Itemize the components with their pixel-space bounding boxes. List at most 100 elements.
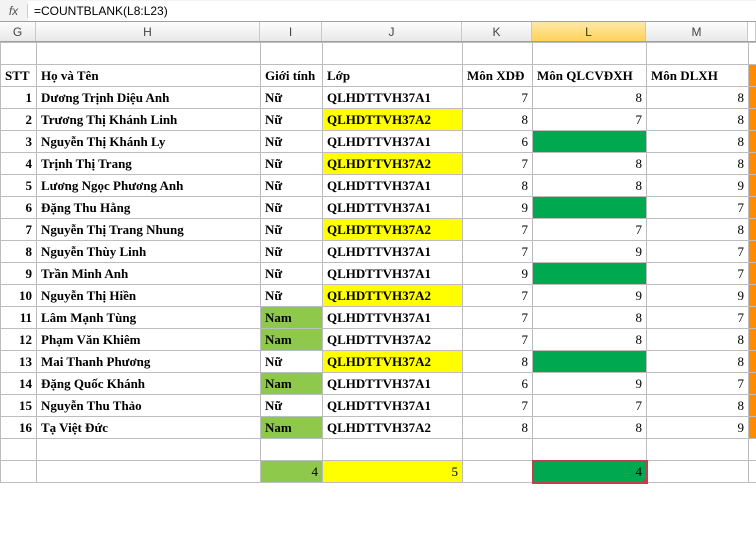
header-ho-ten[interactable]: Họ và Tên <box>37 65 261 87</box>
cell-edge[interactable] <box>749 395 756 417</box>
cell[interactable]: 15 <box>1 395 37 417</box>
cell-edge[interactable] <box>749 65 756 87</box>
cell[interactable]: 8 <box>647 131 749 153</box>
cell[interactable]: Nữ <box>261 153 323 175</box>
cell[interactable]: QLHDTTVH37A1 <box>323 373 463 395</box>
cell[interactable]: Phạm Văn Khiêm <box>37 329 261 351</box>
cell[interactable] <box>1 43 37 65</box>
cell[interactable]: Nguyễn Thùy Linh <box>37 241 261 263</box>
cell[interactable]: 9 <box>647 175 749 197</box>
cell[interactable]: 7 <box>463 395 533 417</box>
cell[interactable] <box>1 439 37 461</box>
cell[interactable]: Lâm Mạnh Tùng <box>37 307 261 329</box>
cell[interactable]: Nam <box>261 417 323 439</box>
cell[interactable]: 11 <box>1 307 37 329</box>
cell[interactable] <box>463 439 533 461</box>
cell[interactable] <box>647 461 749 483</box>
formula-input[interactable] <box>28 1 756 21</box>
cell[interactable]: Nữ <box>261 219 323 241</box>
cell-edge[interactable] <box>749 329 756 351</box>
cell[interactable]: 7 <box>463 329 533 351</box>
cell[interactable]: 6 <box>463 131 533 153</box>
cell[interactable]: 8 <box>533 307 647 329</box>
cell[interactable]: 9 <box>1 263 37 285</box>
cell[interactable] <box>323 43 463 65</box>
table-row[interactable]: 15Nguyễn Thu ThảoNữQLHDTTVH37A1778 <box>1 395 756 417</box>
cell[interactable]: 2 <box>1 109 37 131</box>
cell[interactable]: 7 <box>533 109 647 131</box>
cell[interactable]: 8 <box>647 87 749 109</box>
cell[interactable] <box>1 461 37 483</box>
table-row[interactable] <box>1 43 756 65</box>
cell[interactable]: Trịnh Thị Trang <box>37 153 261 175</box>
cell-edge[interactable] <box>749 197 756 219</box>
cell[interactable]: 8 <box>463 175 533 197</box>
table-header-row[interactable]: STT Họ và Tên Giới tính Lớp Môn XDĐ Môn … <box>1 65 756 87</box>
cell[interactable] <box>37 439 261 461</box>
col-header-j[interactable]: J <box>322 22 462 41</box>
cell[interactable] <box>463 43 533 65</box>
cell[interactable]: Trần Minh Anh <box>37 263 261 285</box>
cell[interactable] <box>647 43 749 65</box>
cell[interactable]: QLHDTTVH37A2 <box>323 109 463 131</box>
cell[interactable]: QLHDTTVH37A2 <box>323 153 463 175</box>
table-row[interactable]: 12Phạm Văn KhiêmNamQLHDTTVH37A2788 <box>1 329 756 351</box>
cell[interactable]: 14 <box>1 373 37 395</box>
cell[interactable] <box>261 439 323 461</box>
col-header-m[interactable]: M <box>646 22 748 41</box>
cell[interactable]: QLHDTTVH37A1 <box>323 395 463 417</box>
cell-edge[interactable] <box>749 373 756 395</box>
cell[interactable]: 7 <box>647 373 749 395</box>
cell-edge[interactable] <box>749 219 756 241</box>
cell[interactable]: Nữ <box>261 241 323 263</box>
cell[interactable] <box>533 197 647 219</box>
col-header-l[interactable]: L <box>532 22 646 41</box>
cell[interactable]: Nữ <box>261 87 323 109</box>
cell[interactable] <box>533 351 647 373</box>
cell-edge[interactable] <box>749 285 756 307</box>
cell-edge[interactable] <box>749 109 756 131</box>
cell[interactable]: Trương Thị Khánh Linh <box>37 109 261 131</box>
cell[interactable]: Nam <box>261 329 323 351</box>
header-stt[interactable]: STT <box>1 65 37 87</box>
cell[interactable]: 7 <box>1 219 37 241</box>
cell[interactable]: Đặng Quốc Khánh <box>37 373 261 395</box>
cell[interactable]: QLHDTTVH37A2 <box>323 285 463 307</box>
cell[interactable]: QLHDTTVH37A2 <box>323 351 463 373</box>
cell[interactable]: 16 <box>1 417 37 439</box>
cell[interactable]: QLHDTTVH37A1 <box>323 263 463 285</box>
cell[interactable]: 8 <box>463 351 533 373</box>
cell[interactable]: 8 <box>533 153 647 175</box>
cell[interactable]: 7 <box>647 307 749 329</box>
cell[interactable]: 7 <box>647 197 749 219</box>
table-row[interactable]: 7Nguyễn Thị Trang NhungNữQLHDTTVH37A2778 <box>1 219 756 241</box>
cell-edge[interactable] <box>749 87 756 109</box>
cell[interactable]: QLHDTTVH37A2 <box>323 417 463 439</box>
cell-edge[interactable] <box>749 131 756 153</box>
table-row[interactable]: 9Trần Minh AnhNữQLHDTTVH37A197 <box>1 263 756 285</box>
cell[interactable]: Lương Ngọc Phương Anh <box>37 175 261 197</box>
cell[interactable]: 7 <box>533 395 647 417</box>
summary-l[interactable]: 4 <box>533 461 647 483</box>
table-row[interactable]: 8Nguyễn Thùy LinhNữQLHDTTVH37A1797 <box>1 241 756 263</box>
cell[interactable]: 8 <box>463 417 533 439</box>
col-header-k[interactable]: K <box>462 22 532 41</box>
cell[interactable] <box>37 461 261 483</box>
table-row[interactable] <box>1 439 756 461</box>
cell[interactable]: 7 <box>463 87 533 109</box>
cell[interactable]: 8 <box>1 241 37 263</box>
cell[interactable]: 8 <box>647 219 749 241</box>
cell-edge[interactable] <box>749 175 756 197</box>
cell[interactable] <box>533 131 647 153</box>
cell[interactable] <box>533 43 647 65</box>
cell[interactable]: 7 <box>463 153 533 175</box>
col-header-h[interactable]: H <box>36 22 260 41</box>
cell[interactable]: 5 <box>1 175 37 197</box>
table-row[interactable]: 16Tạ Việt ĐứcNamQLHDTTVH37A2889 <box>1 417 756 439</box>
cell[interactable]: Nữ <box>261 131 323 153</box>
cell[interactable]: QLHDTTVH37A1 <box>323 175 463 197</box>
cell-edge[interactable] <box>749 43 756 65</box>
cell[interactable]: 10 <box>1 285 37 307</box>
cell[interactable] <box>533 263 647 285</box>
cell[interactable]: 12 <box>1 329 37 351</box>
